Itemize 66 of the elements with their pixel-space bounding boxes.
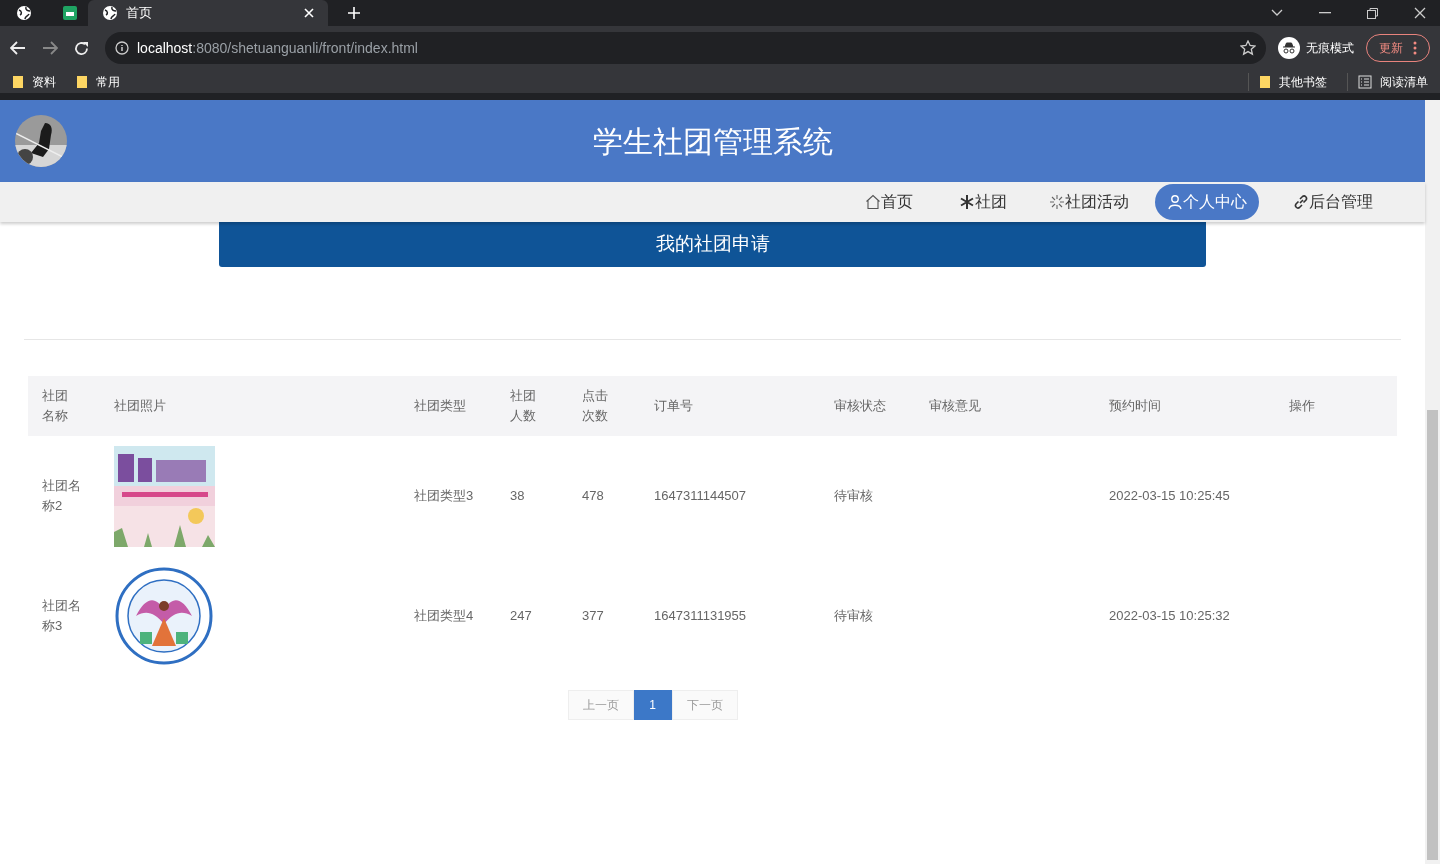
column-header: 审核状态 <box>834 398 886 414</box>
column-header: 预约时间 <box>1109 398 1161 414</box>
folder-icon <box>12 74 24 89</box>
chevron-down-icon[interactable] <box>1271 9 1283 17</box>
sheet-icon[interactable] <box>62 5 78 21</box>
snowflake-icon <box>959 194 975 210</box>
reading-list-link[interactable]: 阅读清单 <box>1347 72 1428 91</box>
column-header: 社团人数 <box>510 387 537 425</box>
column-header: 社团名称 <box>42 387 69 425</box>
page-banner: 我的社团申请 <box>219 221 1206 267</box>
nav-link[interactable]: 后台管理 <box>1281 184 1385 220</box>
table-cell: 377 <box>582 608 604 624</box>
column-header: 点击次数 <box>582 387 609 425</box>
scrollbar-thumb[interactable] <box>1427 410 1438 860</box>
table-cell: 1647311144507 <box>654 488 747 504</box>
page-button[interactable]: 1 <box>633 690 672 720</box>
star-icon[interactable] <box>1240 40 1256 56</box>
folder-icon <box>76 74 88 89</box>
info-icon <box>115 41 129 55</box>
table-cell: 38 <box>510 488 525 504</box>
table-cell: 247 <box>510 608 532 624</box>
table-cell: 478 <box>582 488 604 504</box>
globe-icon <box>102 5 118 21</box>
column-header: 订单号 <box>654 398 693 414</box>
reload-icon[interactable] <box>74 40 89 56</box>
restore-icon[interactable] <box>1367 7 1378 19</box>
nav-link[interactable]: 首页 <box>849 184 929 220</box>
sparkle-icon <box>1049 194 1065 210</box>
bookmark-link[interactable]: 资料 <box>12 72 56 91</box>
bookmark-link[interactable]: 其他书签 <box>1248 72 1327 91</box>
table-cell: 2022-03-15 10:25:45 <box>1109 488 1230 504</box>
column-header: 审核意见 <box>929 398 981 414</box>
bookmark-link[interactable]: 常用 <box>76 72 120 91</box>
table-cell: 待审核 <box>834 488 873 504</box>
browser-tab[interactable]: 首页 <box>88 0 328 26</box>
column-header: 社团照片 <box>114 398 166 414</box>
person-icon <box>1167 194 1183 210</box>
home-icon <box>865 194 881 210</box>
column-header: 操作 <box>1289 398 1315 414</box>
url-path: :8080/shetuanguanli/front/index.html <box>192 39 418 56</box>
table-cell-text: 社团名称3 <box>42 597 82 635</box>
table-cell: 1647311131955 <box>654 608 747 624</box>
table-cell-text: 社团名称2 <box>42 477 82 515</box>
table-cell: 社团类型3 <box>414 488 474 504</box>
url-host: localhost <box>137 39 193 56</box>
nav-link[interactable]: 个人中心 <box>1155 184 1259 220</box>
site-title: 学生社团管理系统 <box>592 123 833 160</box>
nav-link[interactable]: 社团 <box>943 184 1023 220</box>
plus-icon[interactable] <box>348 7 360 19</box>
forward-icon[interactable] <box>42 41 58 55</box>
column-header: 社团类型 <box>414 398 466 414</box>
link-icon <box>1293 194 1309 210</box>
table-cell: 社团类型4 <box>414 608 474 624</box>
table-cell: 待审核 <box>834 608 873 624</box>
table-cell: 2022-03-15 10:25:32 <box>1109 608 1230 624</box>
back-icon[interactable] <box>10 41 26 55</box>
profile-label: 无痕模式 <box>1306 40 1354 57</box>
minimize-icon[interactable] <box>1319 12 1331 14</box>
close-icon[interactable] <box>1414 7 1426 19</box>
address-bar[interactable]: localhost:8080/shetuanguanli/front/index.html <box>105 32 1266 64</box>
incognito-icon[interactable] <box>1278 37 1300 59</box>
nav-link[interactable]: 社团活动 <box>1037 184 1141 220</box>
folder-icon <box>1259 74 1271 89</box>
more-icon <box>1413 41 1417 55</box>
globe-icon[interactable] <box>16 5 32 21</box>
list-icon <box>1358 74 1372 89</box>
